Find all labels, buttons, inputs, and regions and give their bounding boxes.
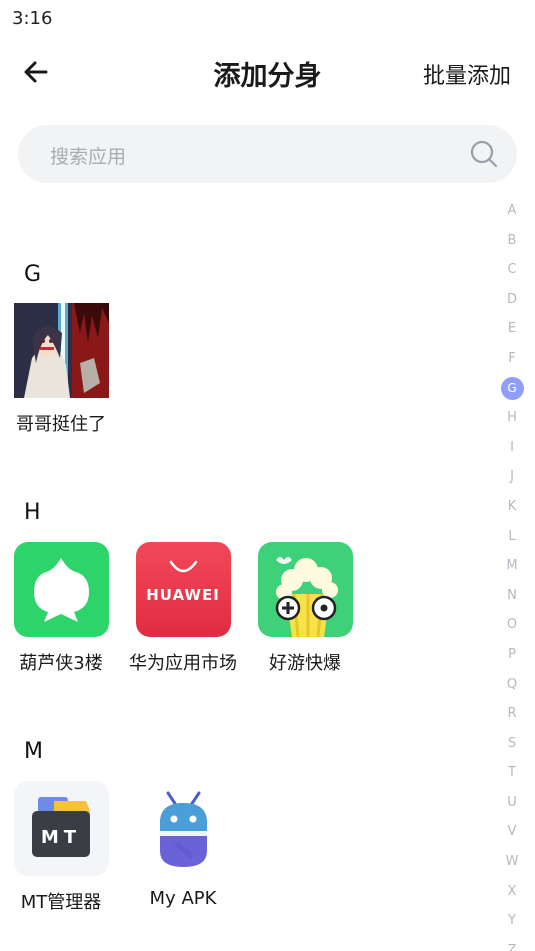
app-name: 好游快爆 [269, 653, 341, 674]
alphabet-letter-w[interactable]: W [499, 847, 525, 877]
alphabet-letter-t[interactable]: T [499, 758, 525, 788]
app-item-huluxia[interactable]: 葫芦侠3楼 [0, 542, 122, 675]
search-bar[interactable]: 搜索应用 [18, 125, 517, 183]
alphabet-letter-label: G [500, 376, 524, 400]
batch-add-button[interactable]: 批量添加 [423, 58, 511, 90]
section-header-m: M [24, 739, 43, 764]
alphabet-index[interactable]: ABCDEFGHIJKLMNOPQRSTUVWXYZ [499, 196, 525, 951]
section-header-h: H [24, 500, 41, 525]
app-item-my-apk[interactable]: My APK [122, 781, 244, 909]
alphabet-letter-j[interactable]: J [499, 462, 525, 492]
search-input[interactable]: 搜索应用 [50, 142, 126, 169]
huawei-appgallery-icon: HUAWEI [135, 542, 231, 637]
alphabet-letter-h[interactable]: H [499, 403, 525, 433]
app-name: 华为应用市场 [129, 653, 237, 674]
brand-text: HUAWEI [146, 586, 220, 604]
alphabet-letter-y[interactable]: Y [499, 906, 525, 936]
alphabet-letter-b[interactable]: B [499, 226, 525, 256]
game-character-icon [13, 303, 109, 398]
alphabet-letter-d[interactable]: D [499, 285, 525, 315]
popcorn-icon [257, 542, 353, 637]
app-item-gege[interactable]: 哥哥挺住了 [0, 303, 122, 436]
alphabet-letter-i[interactable]: I [499, 433, 525, 463]
android-robot-icon [136, 781, 231, 876]
alphabet-letter-v[interactable]: V [499, 817, 525, 847]
app-name: 哥哥挺住了 [16, 414, 106, 435]
app-name: My APK [149, 888, 217, 909]
app-name: 葫芦侠3楼 [19, 653, 103, 674]
alphabet-letter-e[interactable]: E [499, 314, 525, 344]
gourd-icon [13, 542, 109, 637]
alphabet-letter-c[interactable]: C [499, 255, 525, 285]
alphabet-letter-u[interactable]: U [499, 788, 525, 818]
alphabet-letter-x[interactable]: X [499, 877, 525, 907]
brand-text: MT [40, 827, 82, 848]
app-item-haoyou[interactable]: 好游快爆 [244, 542, 366, 675]
alphabet-letter-l[interactable]: L [499, 522, 525, 552]
alphabet-letter-s[interactable]: S [499, 729, 525, 759]
alphabet-letter-a[interactable]: A [499, 196, 525, 226]
app-item-mt-manager[interactable]: MT MT管理器 [0, 781, 122, 914]
app-name: MT管理器 [20, 892, 102, 913]
alphabet-letter-o[interactable]: O [499, 610, 525, 640]
alphabet-letter-r[interactable]: R [499, 699, 525, 729]
section-header-g: G [24, 262, 42, 287]
alphabet-letter-n[interactable]: N [499, 581, 525, 611]
app-item-huawei-appgallery[interactable]: HUAWEI 华为应用市场 [122, 542, 244, 675]
header: 添加分身 批量添加 [0, 44, 535, 100]
status-time: 3:16 [12, 8, 53, 29]
search-icon[interactable] [469, 139, 499, 169]
alphabet-letter-p[interactable]: P [499, 640, 525, 670]
alphabet-letter-m[interactable]: M [499, 551, 525, 581]
alphabet-letter-g[interactable]: G [499, 374, 525, 404]
mt-manager-icon: MT [13, 781, 109, 876]
alphabet-letter-f[interactable]: F [499, 344, 525, 374]
alphabet-letter-z[interactable]: Z [499, 936, 525, 951]
alphabet-letter-q[interactable]: Q [499, 670, 525, 700]
alphabet-letter-k[interactable]: K [499, 492, 525, 522]
